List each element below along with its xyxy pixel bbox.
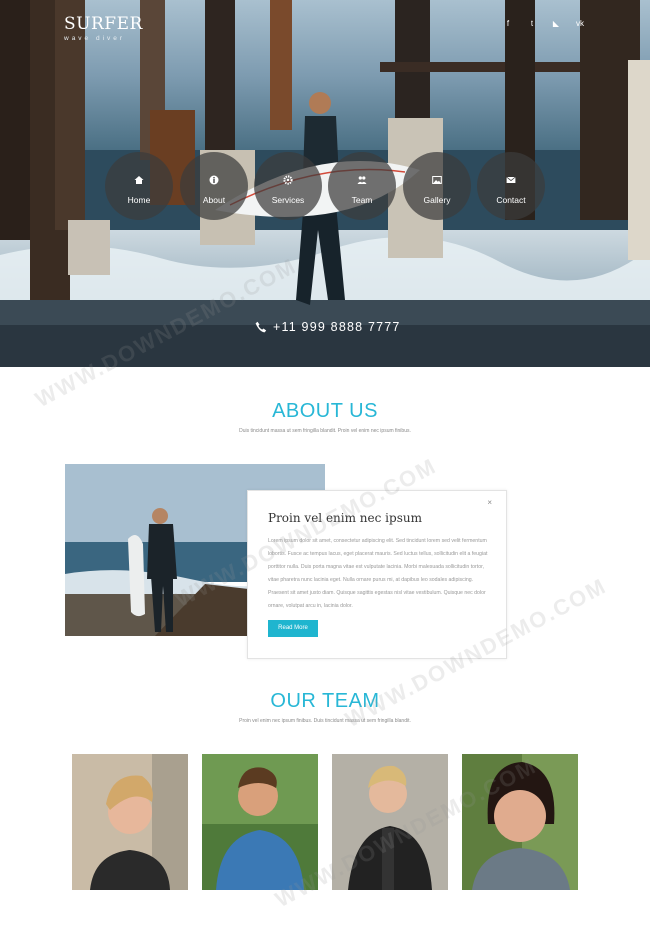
team-member-photo[interactable] — [332, 754, 448, 890]
about-subtitle: Duis tincidunt massa ut sem fringilla bl… — [239, 428, 411, 434]
about-card: × Proin vel enim nec ipsum Lorem ipsum d… — [247, 490, 507, 659]
gear-icon — [283, 175, 293, 185]
site-logo[interactable]: SURFER wave diver — [64, 14, 143, 42]
read-more-button[interactable]: Read More — [268, 620, 318, 637]
nav-item-about[interactable]: About — [180, 152, 248, 220]
nav-item-contact[interactable]: Contact — [477, 152, 545, 220]
home-icon — [134, 176, 144, 184]
social-links: f t ◣ vk — [504, 19, 584, 28]
facebook-icon[interactable]: f — [504, 19, 512, 28]
about-card-text: Lorem ipsum dolor sit amet, consectetur … — [268, 538, 488, 609]
team-member-photo[interactable] — [202, 754, 318, 890]
team-member-photo[interactable] — [462, 754, 578, 890]
team-subtitle: Proin vel enim nec ipsum finibus. Duis t… — [239, 718, 411, 724]
phone-text: +11 999 8888 7777 — [273, 320, 401, 334]
picture-icon — [432, 176, 442, 184]
rss-icon[interactable]: ◣ — [552, 19, 560, 28]
nav-label: Team — [351, 195, 373, 205]
twitter-icon[interactable]: t — [528, 19, 536, 28]
about-card-title: Proin vel enim nec ipsum — [268, 511, 422, 525]
about-title: ABOUT US — [272, 400, 378, 422]
nav-label: Home — [127, 195, 151, 205]
nav-label: About — [202, 195, 226, 205]
users-icon — [357, 176, 367, 184]
phone-number[interactable]: +11 999 8888 7777 — [255, 320, 401, 334]
vk-icon[interactable]: vk — [576, 19, 584, 28]
nav-item-team[interactable]: Team — [328, 152, 396, 220]
team-member-photo[interactable] — [72, 754, 188, 890]
nav-item-gallery[interactable]: Gallery — [403, 152, 471, 220]
nav-label: Gallery — [423, 195, 451, 205]
team-title: OUR TEAM — [270, 690, 380, 712]
brand-name: SURFER — [64, 14, 143, 34]
nav-label: Services — [271, 195, 305, 205]
phone-icon — [255, 321, 267, 333]
surfer-pier-photo — [0, 0, 650, 367]
info-icon — [209, 175, 219, 185]
nav-label: Contact — [496, 195, 526, 205]
brand-tagline: wave diver — [64, 35, 126, 42]
nav-item-home[interactable]: Home — [105, 152, 173, 220]
close-icon[interactable]: × — [487, 498, 492, 507]
nav-item-services[interactable]: Services — [254, 152, 322, 220]
hero-banner: SURFER wave diver f t ◣ vk Home About Se… — [0, 0, 650, 367]
envelope-icon — [506, 176, 516, 183]
